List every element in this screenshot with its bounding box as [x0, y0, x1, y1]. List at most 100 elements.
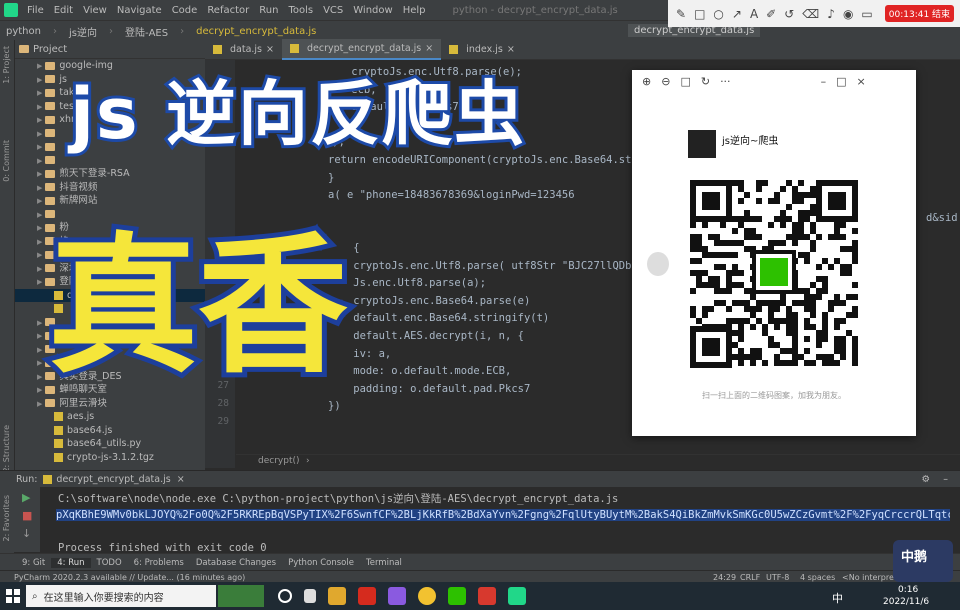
menu-view[interactable]: View	[78, 5, 112, 16]
maximize-icon[interactable]: □	[836, 75, 846, 88]
clock-date[interactable]: 2022/11/6	[883, 597, 929, 607]
taskbar-search-input[interactable]: ⌕ 在这里输入你要搜索的内容	[26, 585, 216, 607]
clock-time[interactable]: 0:16	[898, 585, 918, 595]
tree-item[interactable]: crypto-js-3.1.2.tgz	[15, 451, 205, 465]
wps-app-icon[interactable]	[358, 587, 376, 605]
app-icon[interactable]	[478, 587, 496, 605]
status-encoding[interactable]: UTF-8	[766, 573, 789, 582]
undo-icon[interactable]: ↺	[784, 7, 794, 21]
rectangle-icon[interactable]: □	[694, 7, 705, 21]
tree-item[interactable]: base64.js	[15, 424, 205, 438]
tool-tab-python-console[interactable]: Python Console	[282, 558, 360, 568]
close-icon[interactable]: ×	[425, 39, 433, 58]
tree-item[interactable]: ▶ 煎天下登录-RSA	[15, 167, 205, 181]
wechat-icon[interactable]	[448, 587, 466, 605]
breadcrumb-item[interactable]: python	[0, 26, 47, 37]
tab-index-js[interactable]: index.js ×	[441, 40, 523, 59]
recording-timer[interactable]: 00:13:41 结束	[884, 5, 955, 22]
close-icon[interactable]: ×	[177, 474, 185, 485]
chevron-right-icon[interactable]: ▶	[37, 130, 42, 138]
close-icon[interactable]: ×	[266, 40, 274, 59]
media-app-icon[interactable]	[388, 587, 406, 605]
menu-edit[interactable]: Edit	[49, 5, 78, 16]
menu-help[interactable]: Help	[398, 5, 431, 16]
favorites-tool-tab[interactable]: 2: Favorites	[2, 495, 11, 541]
chevron-right-icon[interactable]: ▶	[37, 103, 42, 111]
tool-tab-todo[interactable]: TODO	[91, 558, 128, 568]
status-line-separator[interactable]: CRLF	[740, 573, 760, 582]
file-explorer-icon[interactable]	[304, 589, 316, 603]
tool-tab-run[interactable]: 4: Run	[51, 557, 91, 568]
run-console[interactable]: C:\software\node\node.exe C:\python-proj…	[14, 487, 960, 552]
menu-file[interactable]: File	[22, 5, 49, 16]
zoom-out-icon[interactable]: ⊖	[661, 75, 670, 88]
tab-decrypt-encrypt-data-js[interactable]: decrypt_encrypt_data.js ×	[281, 39, 442, 60]
chevron-right-icon[interactable]: ▶	[37, 278, 42, 286]
status-indent[interactable]: 4 spaces	[800, 573, 835, 582]
speaker-icon[interactable]: ♪	[827, 7, 835, 21]
menu-code[interactable]: Code	[167, 5, 203, 16]
structure-tool-tab[interactable]: 2: Structure	[2, 425, 11, 473]
chevron-right-icon[interactable]: ▶	[37, 170, 42, 178]
tool-tab-problems[interactable]: 6: Problems	[128, 558, 190, 568]
tool-tab-terminal[interactable]: Terminal	[360, 558, 408, 568]
commit-tool-tab[interactable]: 0: Commit	[2, 140, 11, 182]
editor-crumb-function[interactable]: decrypt()	[258, 456, 300, 466]
minimize-icon[interactable]: –	[943, 474, 948, 485]
chevron-right-icon[interactable]: ▶	[37, 265, 42, 273]
menu-navigate[interactable]: Navigate	[112, 5, 167, 16]
status-position[interactable]: 24:29	[713, 573, 736, 582]
tree-item[interactable]: base64_utils.py	[15, 437, 205, 451]
chevron-right-icon[interactable]: ▶	[37, 76, 42, 84]
pen-icon[interactable]: ✎	[676, 7, 686, 21]
close-icon[interactable]: ×	[507, 40, 515, 59]
chrome-icon[interactable]	[418, 587, 436, 605]
gear-icon[interactable]: ⚙	[921, 474, 930, 485]
chevron-right-icon[interactable]: ▶	[37, 319, 42, 327]
chevron-right-icon[interactable]: ▶	[37, 400, 42, 408]
menu-run[interactable]: Run	[254, 5, 283, 16]
trash-icon[interactable]: ⌫	[802, 7, 819, 21]
chevron-right-icon[interactable]: ▶	[37, 197, 42, 205]
chevron-right-icon[interactable]: ▶	[37, 89, 42, 97]
tree-item[interactable]: aes.js	[15, 410, 205, 424]
task-view-icon[interactable]	[278, 589, 292, 603]
windows-start-icon[interactable]	[6, 589, 20, 603]
ime-indicator[interactable]: 中	[832, 590, 843, 606]
text-icon[interactable]: A	[750, 7, 758, 21]
arrow-icon[interactable]: ↗	[732, 7, 742, 21]
run-tab[interactable]: decrypt_encrypt_data.js	[56, 474, 170, 485]
stop-icon[interactable]: ■	[22, 509, 32, 522]
tab-data-js[interactable]: data.js ×	[205, 40, 282, 59]
circle-icon[interactable]: ○	[713, 7, 723, 21]
status-update-message[interactable]: PyCharm 2020.2.3 available // Update... …	[0, 573, 245, 582]
chevron-right-icon[interactable]: ▶	[37, 211, 42, 219]
chevron-right-icon[interactable]: ▶	[37, 184, 42, 192]
scroll-icon[interactable]: ↓	[22, 527, 31, 540]
folder-app-icon[interactable]	[328, 587, 346, 605]
chevron-right-icon[interactable]: ▶	[37, 346, 42, 354]
menu-refactor[interactable]: Refactor	[202, 5, 254, 16]
zoom-in-icon[interactable]: ⊕	[642, 75, 651, 88]
tool-tab-git[interactable]: 9: Git	[16, 558, 51, 568]
pycharm-taskbar-icon[interactable]	[508, 587, 526, 605]
camera-icon[interactable]: ▭	[861, 7, 872, 21]
viewer-prev-button[interactable]	[647, 252, 669, 276]
rerun-icon[interactable]: ▶	[22, 491, 30, 504]
breadcrumb-item[interactable]: js逆向	[63, 24, 103, 39]
chevron-right-icon[interactable]: ▶	[37, 224, 42, 232]
breadcrumb-item[interactable]: 登陆-AES	[119, 24, 174, 39]
more-icon[interactable]: ···	[720, 75, 731, 88]
menu-vcs[interactable]: VCS	[318, 5, 348, 16]
minimize-icon[interactable]: –	[821, 75, 827, 88]
rotate-icon[interactable]: ↻	[701, 75, 710, 88]
chevron-right-icon[interactable]: ▶	[37, 116, 42, 124]
chevron-right-icon[interactable]: ▶	[37, 251, 42, 259]
chevron-right-icon[interactable]: ▶	[37, 373, 42, 381]
chevron-right-icon[interactable]: ▶	[37, 359, 42, 367]
chevron-right-icon[interactable]: ▶	[37, 62, 42, 70]
tool-tab-database[interactable]: Database Changes	[190, 558, 282, 568]
breadcrumb-item[interactable]: decrypt_encrypt_data.js	[190, 26, 322, 37]
project-tool-tab[interactable]: 1: Project	[2, 46, 11, 84]
project-panel-header[interactable]: Project	[15, 40, 205, 59]
